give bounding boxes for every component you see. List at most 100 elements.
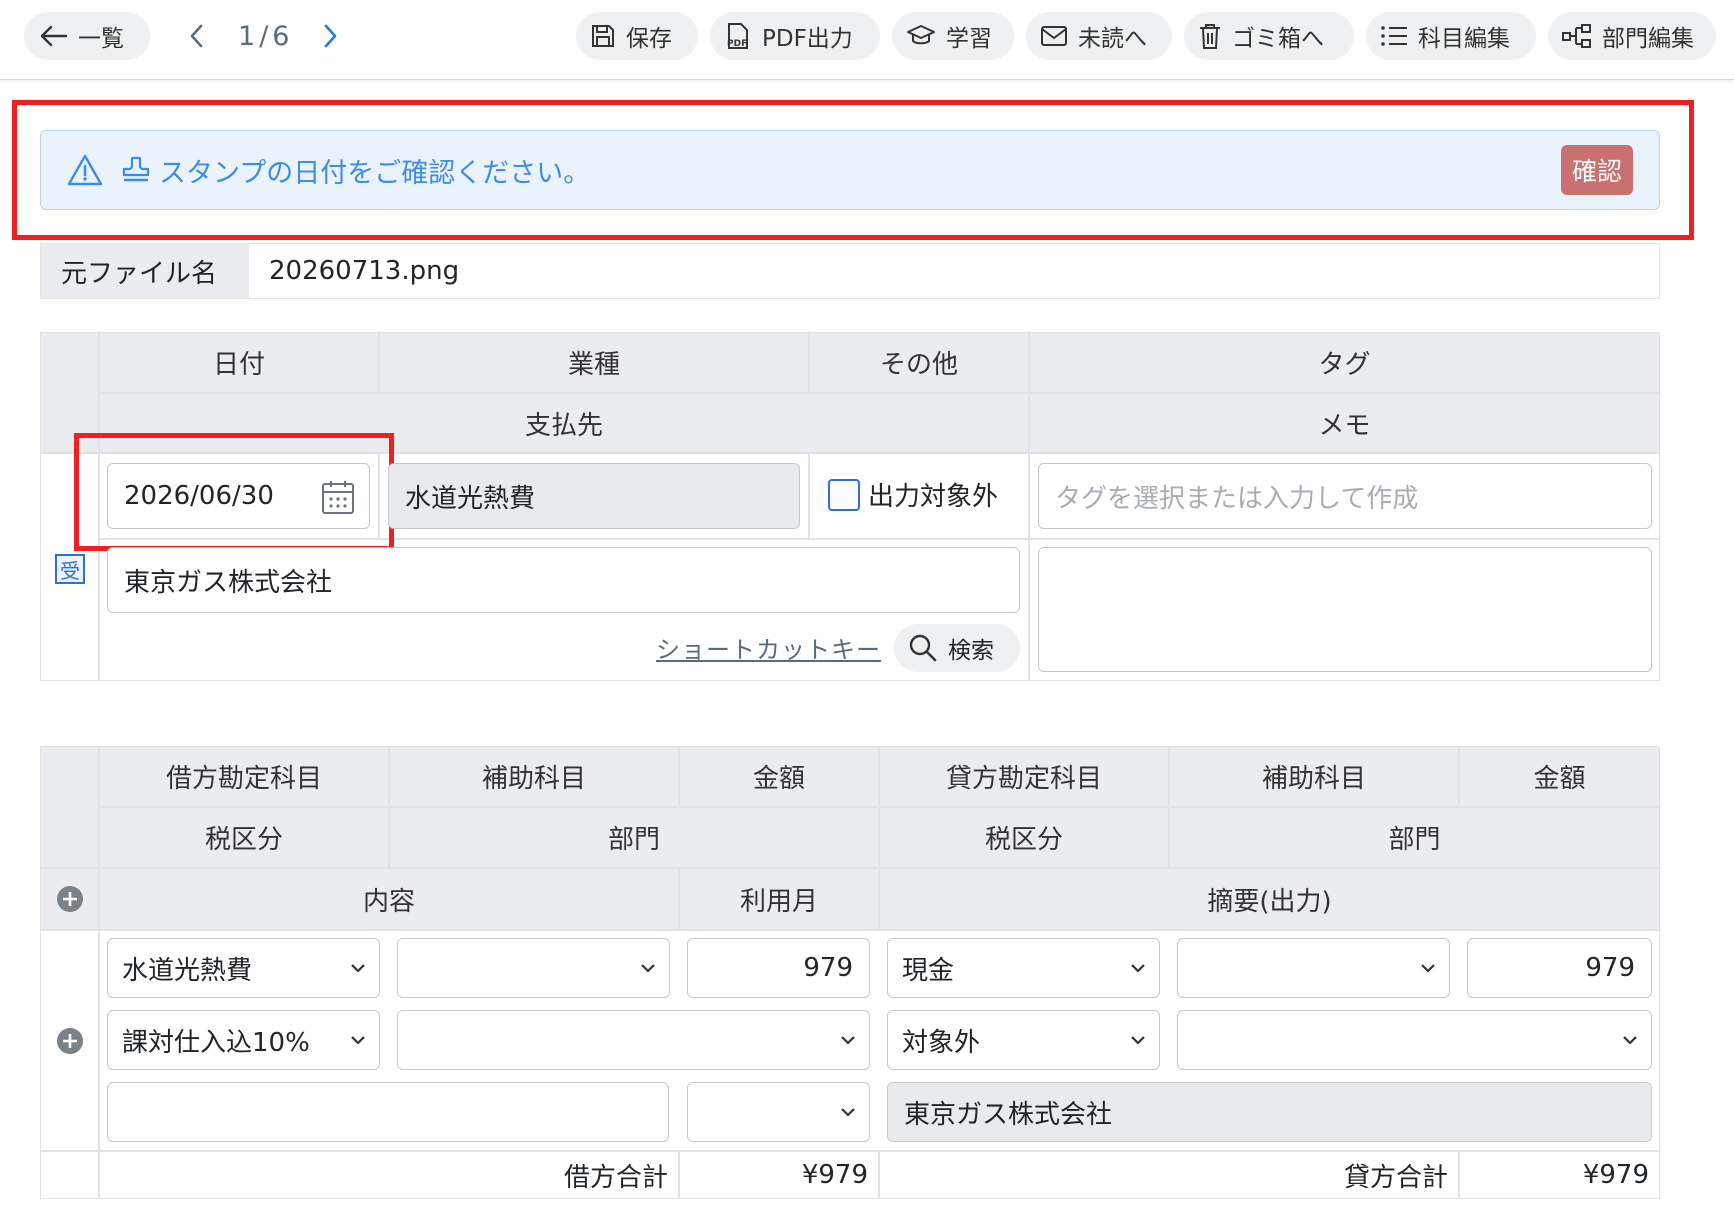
save-icon	[592, 25, 614, 47]
chevron-down-icon	[351, 964, 365, 973]
journal-row-marker	[40, 930, 99, 1151]
pager: 1 / 6	[186, 12, 341, 60]
edit-departments-button[interactable]: 部門編集	[1548, 12, 1716, 60]
summary-field: 東京ガス株式会社	[887, 1082, 1652, 1142]
header-tag: タグ	[1029, 332, 1660, 393]
chevron-down-icon	[841, 1036, 855, 1045]
save-label: 保存	[626, 26, 672, 52]
search-label: 検索	[948, 638, 994, 664]
search-button[interactable]: 検索	[894, 624, 1020, 672]
original-file-label: 元ファイル名	[41, 244, 249, 298]
add-row-top-cell	[40, 868, 99, 930]
received-badge: 受	[55, 554, 85, 584]
toolbar: 一覧 1 / 6 保存 PDF PDF出力 学習 未読へ ゴミ箱へ 科目編集 部…	[0, 0, 1734, 80]
edit-accounts-button[interactable]: 科目編集	[1366, 12, 1536, 60]
chevron-down-icon	[1421, 964, 1435, 973]
industry-field: 水道光熱費	[388, 463, 800, 529]
debit-dept-select[interactable]	[397, 1010, 870, 1070]
svg-text:PDF: PDF	[727, 39, 747, 49]
graduation-cap-icon	[907, 25, 935, 45]
page-total: 6	[272, 20, 290, 52]
mark-unread-button[interactable]: 未読へ	[1026, 12, 1172, 60]
next-page-button[interactable]	[319, 22, 341, 50]
pdf-export-button[interactable]: PDF PDF出力	[710, 12, 880, 60]
prev-page-button[interactable]	[186, 22, 208, 50]
exclude-output-label: 出力対象外	[868, 482, 999, 512]
debit-sub-select[interactable]	[397, 938, 670, 998]
original-file-row: 元ファイル名 20260713.png	[40, 243, 1660, 299]
debit-total-value: ¥979	[679, 1151, 879, 1199]
credit-tax-value: 対象外	[902, 1027, 981, 1058]
chevron-down-icon	[1623, 1036, 1637, 1045]
header-content: 内容	[99, 868, 679, 930]
header-date: 日付	[99, 332, 379, 393]
chevron-down-icon	[641, 964, 655, 973]
list-icon	[1381, 26, 1407, 46]
mark-unread-label: 未読へ	[1078, 26, 1147, 52]
trash-icon	[1200, 24, 1220, 49]
debit-tax-select[interactable]: 課対仕入込10%	[107, 1010, 380, 1070]
header-other: その他	[809, 332, 1029, 393]
header-summary: 摘要(出力)	[879, 868, 1660, 930]
envelope-icon	[1041, 26, 1067, 46]
diagram-icon	[1562, 24, 1591, 48]
debit-account-value: 水道光熱費	[122, 955, 253, 986]
header-debit-tax: 税区分	[99, 807, 389, 868]
page-current: 1	[238, 20, 256, 52]
debit-amount-input[interactable]: 979	[687, 938, 870, 998]
memo-textarea[interactable]	[1038, 547, 1652, 672]
header-debit-account: 借方勘定科目	[99, 746, 389, 807]
save-button[interactable]: 保存	[576, 12, 698, 60]
learn-label: 学習	[946, 26, 992, 52]
exclude-output-checkbox-row[interactable]: 出力対象外	[828, 476, 998, 513]
chevron-down-icon	[1131, 964, 1145, 973]
credit-account-select[interactable]: 現金	[887, 938, 1160, 998]
tag-input[interactable]: タグを選択または入力して作成	[1038, 463, 1652, 529]
header-debit-dept: 部門	[389, 807, 879, 868]
debit-tax-value: 課対仕入込10%	[122, 1027, 310, 1058]
add-row-button[interactable]	[56, 1027, 84, 1055]
credit-total-label: 貸方合計	[879, 1151, 1459, 1199]
page-separator: /	[259, 20, 269, 52]
date-highlight-box	[74, 433, 394, 551]
debit-total-label: 借方合計	[99, 1151, 679, 1199]
chevron-down-icon	[1131, 1036, 1145, 1045]
header-usage-month: 利用月	[679, 868, 879, 930]
chevron-down-icon	[351, 1036, 365, 1045]
pdf-export-label: PDF出力	[762, 26, 853, 52]
chevron-right-icon	[325, 24, 337, 48]
original-file-value: 20260713.png	[269, 256, 460, 286]
pdf-icon: PDF	[727, 23, 748, 49]
tag-placeholder: タグを選択または入力して作成	[1055, 483, 1419, 514]
edit-departments-label: 部門編集	[1602, 26, 1694, 52]
shortcut-keys-link[interactable]: ショートカットキー	[656, 630, 881, 665]
credit-amount-input[interactable]: 979	[1467, 938, 1652, 998]
credit-account-value: 現金	[902, 955, 955, 986]
journal-header-corner	[40, 746, 99, 868]
chevron-down-icon	[841, 1108, 855, 1117]
content-input[interactable]	[107, 1082, 669, 1142]
credit-sub-select[interactable]	[1177, 938, 1450, 998]
add-row-top-button[interactable]	[56, 885, 84, 913]
move-to-trash-button[interactable]: ゴミ箱へ	[1184, 12, 1354, 60]
exclude-output-checkbox[interactable]	[828, 478, 860, 511]
header-credit-dept: 部門	[1169, 807, 1660, 868]
header-credit-account: 貸方勘定科目	[879, 746, 1169, 807]
header-debit-sub: 補助科目	[389, 746, 679, 807]
totals-marker	[40, 1151, 99, 1199]
back-label: 一覧	[78, 26, 124, 52]
learn-button[interactable]: 学習	[892, 12, 1014, 60]
chevron-left-icon	[190, 24, 203, 48]
header-credit-tax: 税区分	[879, 807, 1169, 868]
header-debit-amount: 金額	[679, 746, 879, 807]
usage-month-select[interactable]	[687, 1082, 870, 1142]
move-to-trash-label: ゴミ箱へ	[1232, 26, 1324, 52]
credit-tax-select[interactable]: 対象外	[887, 1010, 1160, 1070]
search-icon	[909, 634, 937, 662]
payee-input[interactable]: 東京ガス株式会社	[107, 547, 1020, 613]
back-to-list-button[interactable]: 一覧	[24, 12, 150, 60]
edit-accounts-label: 科目編集	[1418, 26, 1510, 52]
credit-dept-select[interactable]	[1177, 1010, 1652, 1070]
debit-account-select[interactable]: 水道光熱費	[107, 938, 380, 998]
header-memo: メモ	[1029, 393, 1660, 453]
